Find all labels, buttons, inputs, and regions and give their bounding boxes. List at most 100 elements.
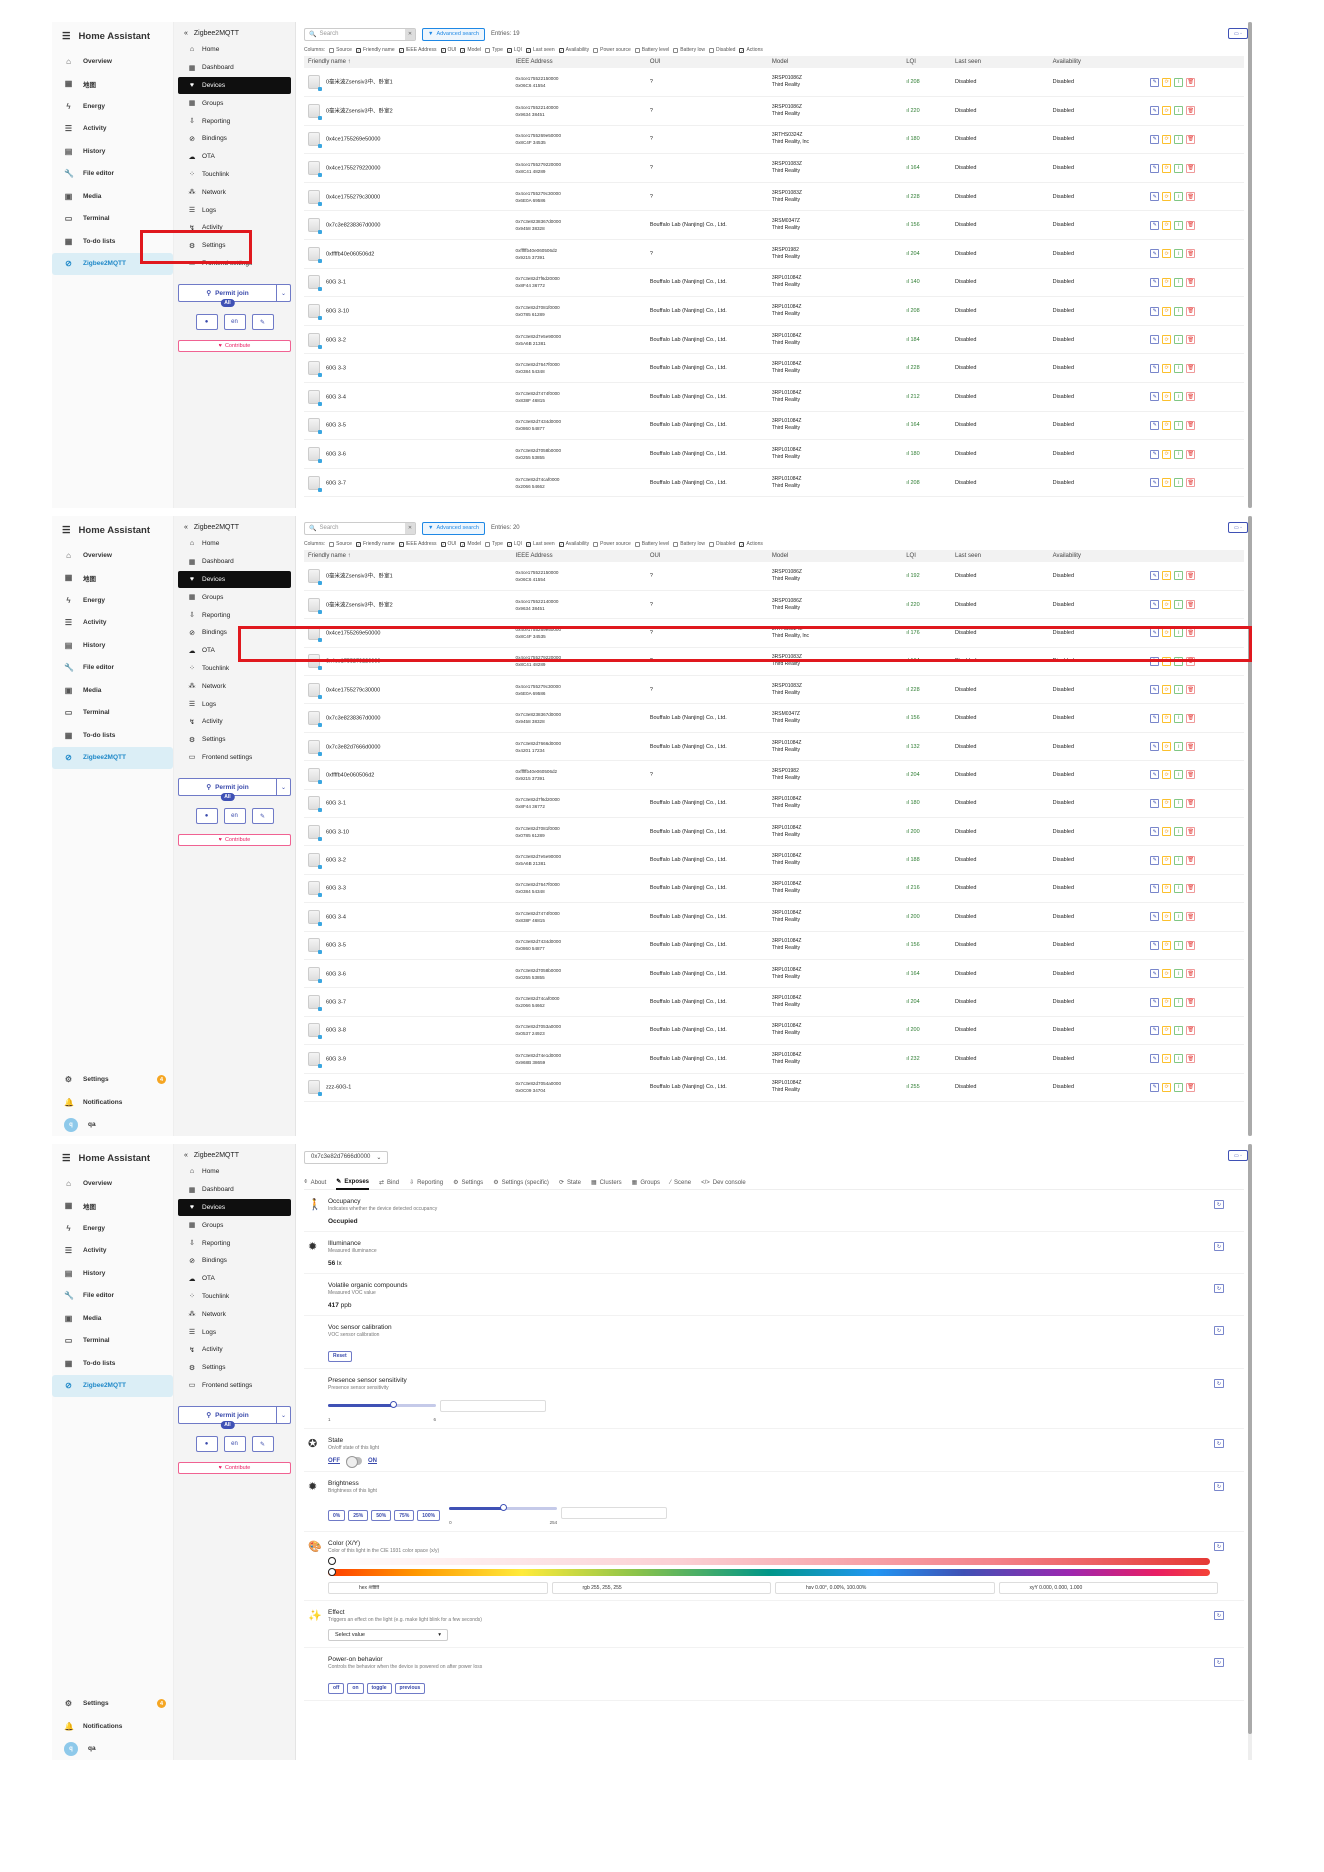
- search-input[interactable]: 🔍 Search ✕: [304, 521, 416, 535]
- column-checkbox[interactable]: ✓ OUI: [440, 47, 456, 53]
- ieee-address[interactable]: 0x7c3e82d7647f0000: [516, 881, 646, 888]
- refresh-icon[interactable]: ↻: [1214, 1482, 1224, 1491]
- z2m-nav-dashboard[interactable]: ▦ Dashboard: [178, 553, 291, 571]
- reconfigure-icon[interactable]: ⟳: [1162, 1025, 1172, 1035]
- table-row[interactable]: 60G 3-7 0x7c3e82d74caf0000 0x2066 54662 Bou…: [304, 987, 1244, 1017]
- menu-icon[interactable]: ☰: [62, 525, 71, 536]
- interview-icon[interactable]: i: [1174, 420, 1184, 430]
- edit-icon[interactable]: ✎: [1150, 163, 1160, 173]
- delete-icon[interactable]: 🗑: [1186, 912, 1196, 922]
- edit-icon[interactable]: ✎: [1150, 656, 1160, 666]
- ha-nav-map[interactable]: ▦ 地图: [52, 1195, 173, 1218]
- reset-button[interactable]: Reset: [328, 1350, 352, 1362]
- ieee-address[interactable]: 0xfffffb40e060506d2: [516, 768, 646, 775]
- delete-icon[interactable]: 🗑: [1186, 685, 1196, 695]
- delete-icon[interactable]: 🗑: [1186, 192, 1196, 202]
- model-link[interactable]: 3RPL01084Z: [772, 390, 902, 397]
- model-link[interactable]: 3RSM0347Z: [772, 218, 902, 225]
- reconfigure-icon[interactable]: ⟳: [1162, 306, 1172, 316]
- ieee-address[interactable]: 0x7c3e82d7666d0000: [516, 740, 646, 747]
- table-row[interactable]: 0x4ce1755279220000 0x4ce1755279220000 0x8C…: [304, 153, 1244, 183]
- reconfigure-icon[interactable]: ⟳: [1162, 192, 1172, 202]
- ha-nav-media[interactable]: ▣ Media: [52, 679, 173, 702]
- z2m-nav-devices[interactable]: ♥ Devices: [178, 570, 291, 589]
- ha-nav-history[interactable]: ▤ History: [52, 634, 173, 657]
- delete-icon[interactable]: 🗑: [1186, 449, 1196, 459]
- delete-icon[interactable]: 🗑: [1186, 770, 1196, 780]
- ha-nav-energy[interactable]: ϟ Energy: [52, 95, 173, 118]
- device-name-link[interactable]: 0毫米波Zsensiv3中、卧室1: [326, 80, 393, 86]
- ieee-address[interactable]: 0x4ce1755269e50000: [516, 132, 646, 139]
- ieee-address[interactable]: 0xfffffb40e060506d2: [516, 247, 646, 254]
- ieee-address[interactable]: 0x4ce1755279220000: [516, 654, 646, 661]
- delete-icon[interactable]: 🗑: [1186, 277, 1196, 287]
- device-name-link[interactable]: 60G 3-3: [326, 886, 346, 892]
- ha-nav-media[interactable]: ▣ Media: [52, 1307, 173, 1330]
- interview-icon[interactable]: i: [1174, 855, 1184, 865]
- device-name-link[interactable]: 0x7c3e82d7666d0000: [326, 744, 380, 750]
- delete-icon[interactable]: 🗑: [1186, 249, 1196, 259]
- reconfigure-icon[interactable]: ⟳: [1162, 600, 1172, 610]
- z2m-nav-frontend-settings[interactable]: ▭ Frontend settings: [178, 749, 291, 767]
- ha-nav-todo[interactable]: ▦ To-do lists: [52, 230, 173, 253]
- ha-nav-todo[interactable]: ▦ To-do lists: [52, 724, 173, 747]
- delete-icon[interactable]: 🗑: [1186, 134, 1196, 144]
- delete-icon[interactable]: 🗑: [1186, 628, 1196, 638]
- table-row[interactable]: 60G 3-5 0x7c3e82d7434d0000 0x0860 54877 Bou…: [304, 931, 1244, 960]
- reconfigure-icon[interactable]: ⟳: [1162, 571, 1172, 581]
- ieee-address[interactable]: 0x7c3e82d7058b0000: [516, 967, 646, 974]
- reconfigure-icon[interactable]: ⟳: [1162, 940, 1172, 950]
- model-link[interactable]: 3RPL01084Z: [772, 447, 902, 454]
- device-name-link[interactable]: 0x4ce1755269e50000: [326, 137, 380, 143]
- ieee-address[interactable]: 0x4ce175522150000: [516, 75, 646, 82]
- edit-icon[interactable]: ✎: [1150, 363, 1160, 373]
- device-name-link[interactable]: 0xffffb40e060506d2: [326, 251, 374, 257]
- column-checkbox[interactable]: ✓ Last seen: [525, 47, 555, 53]
- delete-icon[interactable]: 🗑: [1186, 1025, 1196, 1035]
- menu-icon[interactable]: ☰: [62, 1153, 71, 1164]
- device-name-link[interactable]: 60G 3-7: [326, 480, 346, 486]
- table-row[interactable]: 0毫米波Zsensiv3中、卧室2 0x4ce175522140000 0x9634…: [304, 590, 1244, 620]
- device-name-link[interactable]: 0xffffb40e060506d2: [326, 772, 374, 778]
- table-row[interactable]: 60G 3-4 0x7c3e82d7474f0000 0x838F 46815 Bou…: [304, 902, 1244, 932]
- reconfigure-icon[interactable]: ⟳: [1162, 335, 1172, 345]
- z2m-nav-home[interactable]: ⌂ Home: [178, 535, 291, 553]
- device-name-link[interactable]: 60G 3-2: [326, 337, 346, 343]
- edit-icon[interactable]: ✎: [1150, 478, 1160, 488]
- column-header[interactable]: Model: [767, 550, 903, 562]
- power-on-option-button[interactable]: on: [347, 1682, 364, 1694]
- theme-toggle-button[interactable]: ▭ ◦: [1228, 522, 1248, 533]
- tab-bind[interactable]: ⇄ Bind: [379, 1176, 399, 1190]
- edit-icon[interactable]: ✎: [1150, 855, 1160, 865]
- language-button[interactable]: en: [223, 314, 246, 331]
- permit-join-dropdown[interactable]: ⌄: [277, 1406, 291, 1425]
- delete-icon[interactable]: 🗑: [1186, 335, 1196, 345]
- table-row[interactable]: 0毫米波Zsensiv3中、卧室1 0x4ce175522150000 0x06C6…: [304, 562, 1244, 591]
- column-checkbox[interactable]: Source: [329, 541, 352, 547]
- power-on-option-button[interactable]: previous: [394, 1682, 426, 1694]
- device-name-link[interactable]: 60G 3-4: [326, 394, 346, 400]
- z2m-nav-groups[interactable]: ▦ Groups: [178, 1216, 291, 1234]
- reconfigure-icon[interactable]: ⟳: [1162, 420, 1172, 430]
- device-name-link[interactable]: zzz-60G-1: [326, 1085, 351, 1091]
- tab-state[interactable]: ⟳ State: [559, 1176, 581, 1190]
- tab-scene[interactable]: ⁄ Scene: [670, 1176, 691, 1190]
- reconfigure-icon[interactable]: ⟳: [1162, 770, 1172, 780]
- edit-icon[interactable]: ✎: [1150, 335, 1160, 345]
- edit-icon[interactable]: ✎: [1150, 392, 1160, 402]
- z2m-nav-bindings[interactable]: ⊘ Bindings: [178, 130, 291, 148]
- edit-icon[interactable]: ✎: [1150, 1025, 1160, 1035]
- z2m-nav-touchlink[interactable]: ⁘ Touchlink: [178, 1288, 291, 1306]
- table-row[interactable]: 0x4ce1755279c30000 0x4ce1755279c30000 0x6E…: [304, 675, 1244, 705]
- ieee-address[interactable]: 0x4ce1755279220000: [516, 161, 646, 168]
- reconfigure-icon[interactable]: ⟳: [1162, 163, 1172, 173]
- interview-icon[interactable]: i: [1174, 163, 1184, 173]
- z2m-nav-touchlink[interactable]: ⁘ Touchlink: [178, 660, 291, 678]
- tab-groups[interactable]: ▦ Groups: [632, 1176, 660, 1190]
- edit-icon[interactable]: ✎: [251, 808, 274, 825]
- edit-icon[interactable]: ✎: [1150, 713, 1160, 723]
- interview-icon[interactable]: i: [1174, 770, 1184, 780]
- z2m-nav-logs[interactable]: ☰ Logs: [178, 695, 291, 713]
- ieee-address[interactable]: 0x7c3e82d7081f0000: [516, 825, 646, 832]
- z2m-nav-bindings[interactable]: ⊘ Bindings: [178, 1252, 291, 1270]
